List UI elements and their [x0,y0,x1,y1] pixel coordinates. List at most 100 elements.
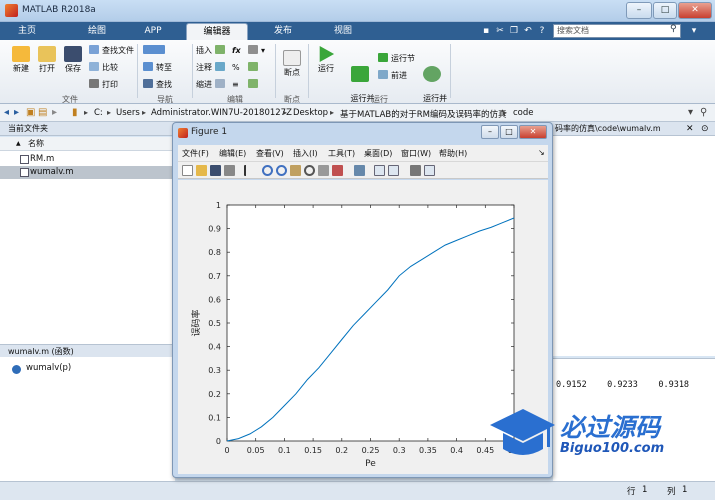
menu-help[interactable]: 帮助(H) [439,148,467,159]
percent-icon[interactable]: % [232,62,240,74]
file-item-wumalv[interactable]: wumalv.m [0,166,175,179]
address-search-icon[interactable]: ⚲ [700,107,707,118]
save-figure-icon[interactable] [210,165,221,176]
x-tick-label: 0.05 [247,446,265,455]
menu-desktop[interactable]: 桌面(D) [364,148,392,159]
forward-icon[interactable]: ▸ [14,107,19,118]
figure-title: Figure 1 [191,127,228,137]
stopwatch-icon [423,66,441,82]
advance-button[interactable]: 前进 [378,70,407,82]
cut-icon[interactable]: ✂ [494,24,506,38]
window-title: MATLAB R2018a [22,5,96,15]
crumb-c[interactable]: C: [94,108,103,118]
colorbar-icon[interactable] [374,165,385,176]
name-column[interactable]: 名称 [28,137,44,151]
rotate-icon[interactable] [304,165,315,176]
tab-view[interactable]: 视图 [318,23,368,40]
wrap-icon[interactable] [248,79,261,91]
figure-logo-icon [178,128,188,138]
show-plot-tools-icon[interactable] [424,165,435,176]
find-files-button[interactable]: 查找文件 [89,45,134,57]
breakpoint-icon [283,50,301,66]
uncomment-icon[interactable] [248,62,261,74]
tab-publish[interactable]: 发布 [258,23,308,40]
folder-icon: ▮ [72,107,78,118]
browse-folder-icon[interactable]: ▤ [38,107,47,118]
crumb-code[interactable]: code [513,108,534,118]
menu-tools[interactable]: 工具(T) [328,148,355,159]
format-icon[interactable]: ▾ [248,45,265,57]
tab-plots[interactable]: 绘图 [72,23,122,40]
hide-plot-tools-icon[interactable] [410,165,421,176]
compare-button[interactable]: 比较 [89,62,118,74]
x-tick-label: 0 [224,446,229,455]
ribbon-separator [308,44,309,98]
address-dropdown-icon[interactable]: ▾ [688,107,693,118]
breakpoints-button[interactable]: 断点 [280,50,304,78]
pan-icon[interactable] [290,165,301,176]
menu-edit[interactable]: 编辑(E) [219,148,246,159]
new-button[interactable]: 新建 [8,46,34,74]
menu-insert[interactable]: 插入(I) [293,148,318,159]
file-item-rm[interactable]: RM.m [0,153,175,166]
crumb-project[interactable]: 基于MATLAB的对于RM编码及误码率的仿真 [340,108,507,120]
crumb-users[interactable]: Users [116,108,140,118]
edit-plot-icon[interactable] [244,165,255,176]
copy-icon[interactable]: ❐ [508,24,520,38]
zoom-in-icon[interactable] [262,165,273,176]
tab-home[interactable]: 主页 [2,23,52,40]
folder-icon [38,46,56,62]
run-button[interactable]: 运行 [314,46,338,74]
figure-close-button[interactable]: ✕ [519,125,547,139]
file-column-header[interactable]: 名称 ▲ [0,137,175,151]
tab-editor[interactable]: 编辑器 [186,23,248,40]
run-section-button[interactable]: 运行节 [378,53,415,65]
goto-button[interactable]: 转至 [143,62,172,74]
menu-dock-icon[interactable]: ↘ [538,148,545,157]
close-button[interactable]: ✕ [678,2,712,19]
search-input[interactable]: 搜索文档 [553,24,681,38]
editor-close-icon[interactable]: ✕ [686,124,694,134]
collapse-ribbon-icon[interactable]: ▾ [688,24,700,38]
insert-button[interactable]: 插入 [196,45,228,57]
fx-button[interactable]: fx [232,45,241,57]
crumb-administrator[interactable]: Administrator.WIN7U-20180127Z [151,108,292,118]
editor-menu-icon[interactable]: ⊙ [701,124,709,134]
menu-window[interactable]: 窗口(W) [401,148,431,159]
search-icon[interactable]: ⚲ [670,24,677,34]
print-figure-icon[interactable] [224,165,235,176]
save-quick-icon[interactable]: ▪ [480,24,492,38]
brush-icon[interactable] [332,165,343,176]
zoom-out-icon[interactable] [276,165,287,176]
crumb-desktop[interactable]: Desktop [293,108,328,118]
editor-area[interactable] [553,136,715,356]
link-plot-icon[interactable] [354,165,365,176]
tab-apps[interactable]: APP [130,23,176,40]
figure-maximize-button[interactable]: □ [500,125,518,139]
menu-file[interactable]: 文件(F) [182,148,209,159]
print-button[interactable]: 打印 [89,79,118,91]
undo-icon[interactable]: ↶ [522,24,534,38]
find-button[interactable]: 查找 [143,79,172,91]
indent-button[interactable]: 缩进 [196,79,228,91]
maximize-button[interactable]: □ [653,2,677,19]
path-dropdown-icon[interactable]: ▸ [52,107,57,118]
save-button[interactable]: 保存 [60,46,86,74]
data-cursor-icon[interactable] [318,165,329,176]
figure-minimize-button[interactable]: – [481,125,499,139]
x-tick-label: 0.25 [362,446,380,455]
row-value: 1 [642,485,648,495]
minimize-button[interactable]: – [626,2,652,19]
help-icon[interactable]: ? [536,24,548,38]
legend-icon[interactable] [388,165,399,176]
new-figure-icon[interactable] [182,165,193,176]
back-icon[interactable]: ◂ [4,107,9,118]
open-button[interactable]: 打开 [34,46,60,74]
menu-view[interactable]: 查看(V) [256,148,284,159]
back-forward-button[interactable] [143,45,168,57]
comment-button[interactable]: 注释 [196,62,228,74]
open-file-icon[interactable] [196,165,207,176]
smart-indent-icon[interactable]: ≡ [232,79,239,91]
advance-icon [378,70,388,79]
up-folder-icon[interactable]: ▣ [26,107,35,118]
